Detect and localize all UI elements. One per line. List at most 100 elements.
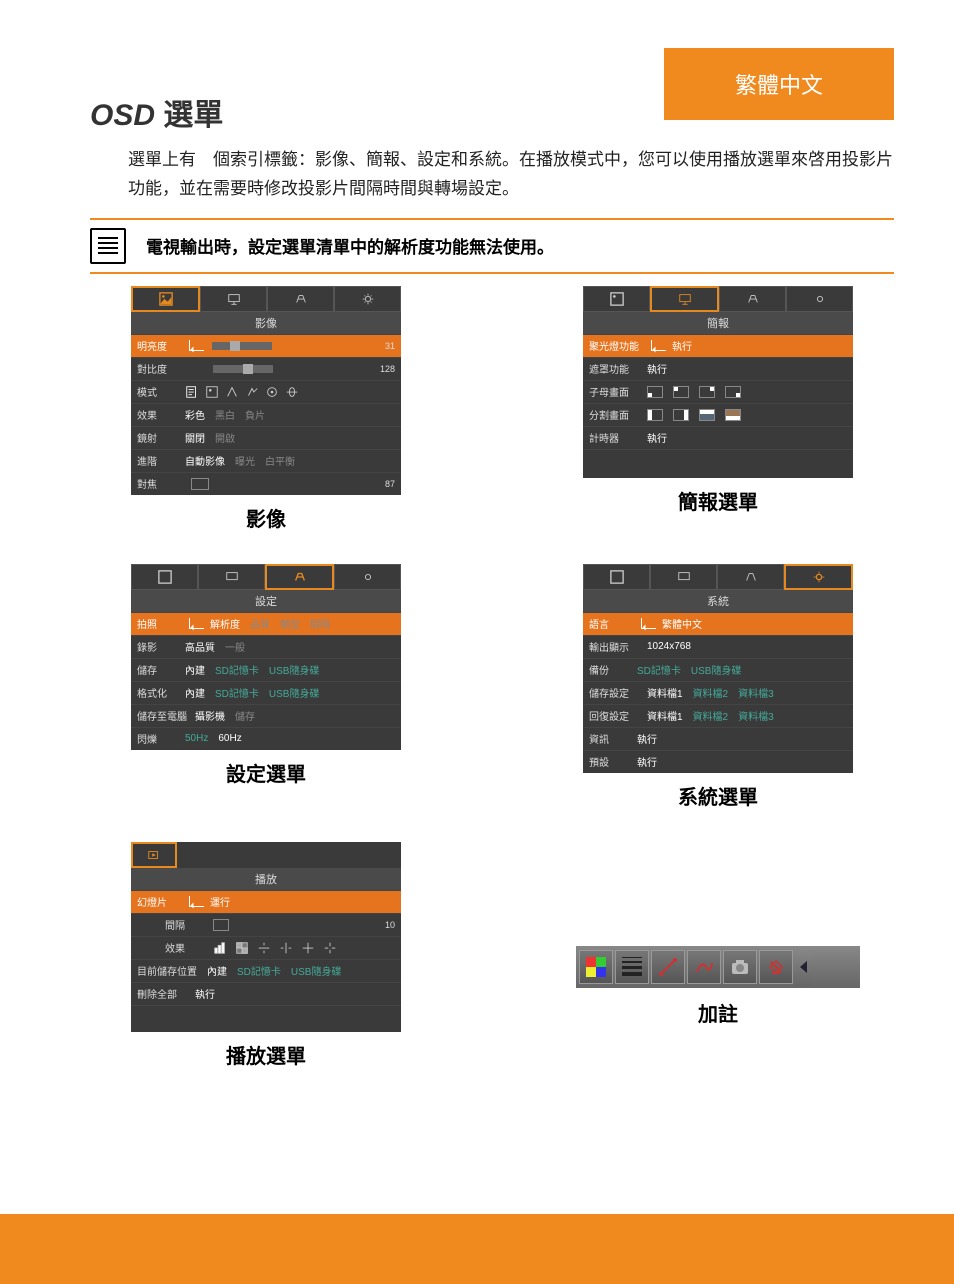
value: 128 — [380, 364, 395, 374]
opt: 類型 — [280, 616, 300, 631]
opt: 負片 — [245, 407, 265, 422]
color-palette-icon — [579, 950, 613, 984]
opt: 執行 — [637, 731, 657, 746]
line-tool-icon — [651, 950, 685, 984]
tab-presentation-icon — [200, 286, 267, 312]
value: 繁體中文 — [662, 616, 702, 631]
opt: USB隨身碟 — [269, 662, 320, 677]
tab-setting-icon — [717, 564, 784, 590]
row-usb: 儲存至電腦 攝影機儲存 — [131, 704, 401, 727]
label: 明亮度 — [137, 338, 185, 353]
label: 閃爍 — [137, 731, 185, 746]
label: 子母畫面 — [589, 384, 647, 399]
row-default: 預設 執行 — [583, 750, 853, 773]
menu-title: 簡報 — [583, 312, 853, 334]
row-record: 錄影 高品質一般 — [131, 635, 401, 658]
row-pip: 子母畫面 — [583, 380, 853, 403]
row-mask: 遮罩功能 執行 — [583, 357, 853, 380]
split-opt-icon — [647, 409, 663, 421]
label: 分割畫面 — [589, 407, 647, 422]
label: 模式 — [137, 384, 185, 399]
slider — [212, 342, 272, 350]
caption-image: 影像 — [246, 503, 286, 532]
row-save-setting: 儲存設定 資料檔1資料檔2資料檔3 — [583, 681, 853, 704]
opt: 白平衡 — [265, 453, 295, 468]
intro-text: 選單上有 個索引標籤：影像、簡報、設定和系統。在播放模式中，您可以使用播放選單來… — [128, 146, 894, 204]
menu-title: 設定 — [131, 590, 401, 612]
tab-image-icon — [583, 286, 650, 312]
pip-opt-icon — [647, 386, 663, 398]
tab-system-icon — [784, 564, 853, 590]
opt: 間隔 — [310, 616, 330, 631]
caption-playback: 播放選單 — [226, 1040, 306, 1069]
tab-presentation-icon — [650, 564, 717, 590]
label: 對比度 — [137, 361, 185, 376]
row-location: 目前儲存位置 內建SD記憶卡USB隨身碟 — [131, 959, 401, 982]
row-effect: 效果 — [131, 936, 401, 959]
row-interval: 間隔 10 — [131, 913, 401, 936]
opt: SD記憶卡 — [637, 662, 681, 677]
row-capture: 拍照 解析度品質類型間隔 — [131, 612, 401, 635]
opt: 彩色 — [185, 407, 205, 422]
opt: 執行 — [647, 430, 667, 445]
note-icon — [90, 228, 126, 264]
value: 87 — [385, 479, 395, 489]
caption-system: 系統選單 — [678, 781, 758, 810]
row-recall-setting: 回復設定 資料檔1資料檔2資料檔3 — [583, 704, 853, 727]
label: 效果 — [137, 940, 213, 955]
row-spotlight: 聚光燈功能 執行 — [583, 334, 853, 357]
enter-icon — [641, 618, 656, 629]
opt: 攝影機 — [195, 708, 225, 723]
row-backup: 備份 SD記憶卡USB隨身碟 — [583, 658, 853, 681]
label: 間隔 — [137, 917, 213, 932]
split-opt-icon — [725, 409, 741, 421]
opt: 60Hz — [218, 733, 241, 744]
split-opt-icon — [699, 409, 715, 421]
label: 資訊 — [589, 731, 637, 746]
row-brightness: 明亮度 31 — [131, 334, 401, 357]
line-thickness-icon — [615, 950, 649, 984]
system-menu: 系統 語言 繁體中文 輸出顯示 1024x768 備份 SD記憶卡USB隨身碟 … — [583, 564, 853, 773]
opt: 開啟 — [215, 430, 235, 445]
menu-title: 播放 — [131, 868, 401, 890]
value: 31 — [385, 341, 395, 351]
row-effect: 效果 彩色黑白負片 — [131, 403, 401, 426]
row-delete-all: 刪除全部 執行 — [131, 982, 401, 1005]
split-opt-icon — [673, 409, 689, 421]
row-focus: 對焦 87 — [131, 472, 401, 495]
pip-opt-icon — [673, 386, 689, 398]
label: 刪除全部 — [137, 986, 195, 1001]
tab-image-icon — [131, 286, 200, 312]
row-split: 分割畫面 — [583, 403, 853, 426]
opt: 關閉 — [185, 430, 205, 445]
label: 鏡射 — [137, 430, 185, 445]
annotation-toolbar — [574, 944, 862, 990]
label: 格式化 — [137, 685, 185, 700]
opt: SD記憶卡 — [237, 963, 281, 978]
menu-title: 系統 — [583, 590, 853, 612]
label: 儲存至電腦 — [137, 708, 195, 723]
box-icon — [213, 919, 229, 931]
opt: 內建 — [207, 963, 227, 978]
setting-menu: 設定 拍照 解析度品質類型間隔 錄影 高品質一般 儲存 內建SD記憶卡USB隨身… — [131, 564, 401, 750]
opt: 運行 — [210, 894, 230, 909]
caption-presentation: 簡報選單 — [678, 486, 758, 515]
opt: USB隨身碟 — [691, 662, 742, 677]
opt: 黑白 — [215, 407, 235, 422]
opt: 資料檔2 — [693, 685, 729, 700]
title-osd: OSD — [90, 99, 155, 132]
opt: 資料檔1 — [647, 685, 683, 700]
tab-image-icon — [583, 564, 650, 590]
opt: 執行 — [647, 361, 667, 376]
slider — [213, 365, 273, 373]
label: 錄影 — [137, 639, 185, 654]
freehand-tool-icon — [687, 950, 721, 984]
tab-setting-icon — [265, 564, 334, 590]
opt: 一般 — [225, 639, 245, 654]
label: 聚光燈功能 — [589, 338, 647, 353]
opt: USB隨身碟 — [291, 963, 342, 978]
value: 10 — [385, 920, 395, 930]
caption-annotation: 加註 — [698, 998, 738, 1027]
label: 遮罩功能 — [589, 361, 647, 376]
label: 儲存設定 — [589, 685, 647, 700]
